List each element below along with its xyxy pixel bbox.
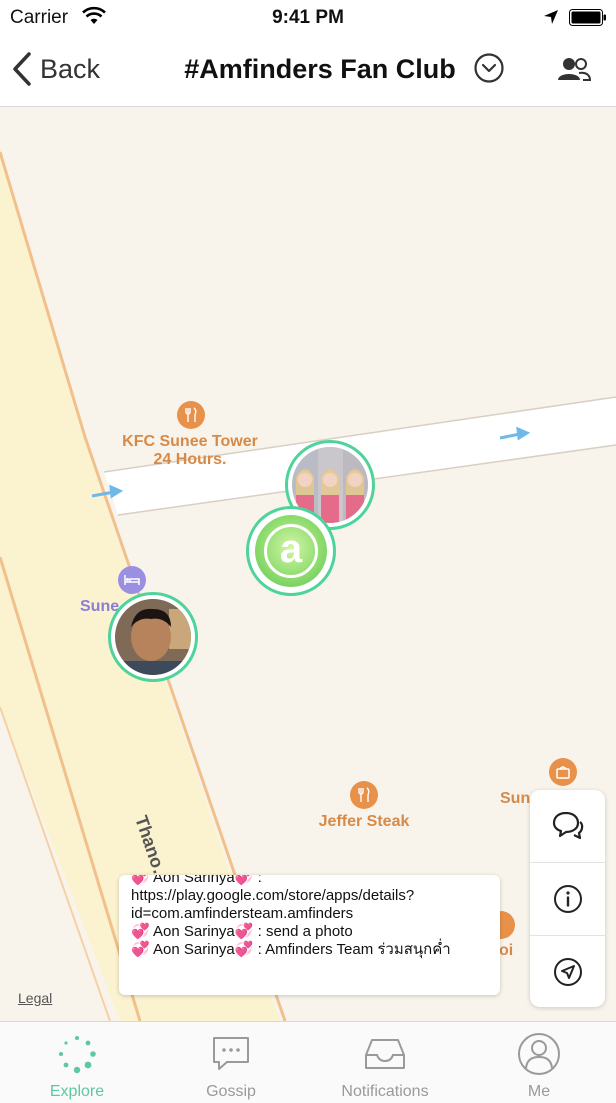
- restaurant-icon[interactable]: [350, 781, 378, 809]
- chat-message: 💞 Aon Sarinya💞 : Amfinders Team ร่วมสนุก…: [131, 941, 492, 959]
- tab-notifications[interactable]: Notifications: [308, 1022, 462, 1103]
- heart-icon: 💞: [131, 875, 150, 886]
- tab-gossip[interactable]: Gossip: [154, 1022, 308, 1103]
- chat-bubbles-icon: [552, 812, 583, 840]
- info-button[interactable]: [530, 863, 605, 935]
- hotel-icon[interactable]: [118, 566, 146, 594]
- user-marker-man[interactable]: [108, 592, 198, 682]
- clock: 9:41 PM: [272, 7, 344, 28]
- status-bar: Carrier 9:41 PM: [0, 0, 616, 36]
- tab-gossip-label: Gossip: [206, 1083, 256, 1100]
- chat-text: : Amfinders Team ร่วมสนุกค่ำ: [253, 941, 451, 958]
- legal-link[interactable]: Legal: [18, 990, 52, 1006]
- poi-label-kfc[interactable]: KFC Sunee Tower 24 Hours.: [110, 433, 270, 469]
- members-icon[interactable]: [557, 56, 591, 82]
- tab-me[interactable]: Me: [462, 1022, 616, 1103]
- tab-notifications-label: Notifications: [341, 1083, 429, 1100]
- back-button[interactable]: Back: [12, 52, 100, 86]
- profile-icon: [518, 1033, 560, 1075]
- tab-bar: Explore Gossip Notifications Me: [0, 1021, 616, 1103]
- chevron-left-icon: [13, 52, 31, 86]
- chat-sender: Aon Sarinya: [153, 941, 235, 958]
- chat-preview[interactable]: 💞 Aon Sarinya💞 : https://play.google.com…: [119, 875, 500, 995]
- chat-sender: Aon Sarinya: [153, 923, 235, 940]
- heart-icon: 💞: [234, 875, 254, 886]
- back-label: Back: [40, 53, 101, 84]
- heart-icon: 💞: [234, 923, 254, 940]
- poi-label-partial[interactable]: oi: [499, 942, 513, 960]
- poi-label-sunee-shop[interactable]: Sun: [500, 790, 530, 808]
- heart-icon: 💞: [234, 941, 254, 958]
- poi-label-kfc-line2: 24 Hours.: [153, 451, 227, 468]
- page-title: #Amfinders Fan Club: [184, 54, 456, 84]
- chevron-down-circle-icon[interactable]: [473, 52, 505, 84]
- tab-me-label: Me: [527, 1083, 551, 1100]
- chat-message: 💞 Aon Sarinya💞 : https://play.google.com…: [131, 875, 492, 923]
- chat-button[interactable]: [530, 790, 605, 862]
- heart-icon: 💞: [131, 941, 150, 958]
- speech-bubble-icon: [213, 1037, 249, 1070]
- explore-spinner-icon: [59, 1036, 96, 1074]
- locate-button[interactable]: [530, 936, 605, 1008]
- amfinders-logo-marker[interactable]: a: [246, 506, 336, 596]
- map-side-controls: [530, 790, 605, 1007]
- location-arrow-icon: [544, 10, 558, 24]
- avatar: [115, 599, 191, 675]
- info-icon: [553, 885, 582, 913]
- restaurant-icon[interactable]: [177, 401, 205, 429]
- tab-explore-label: Explore: [49, 1083, 105, 1100]
- shopping-bag-icon[interactable]: [549, 758, 577, 786]
- battery-icon: [569, 9, 606, 26]
- inbox-tray-icon: [365, 1039, 405, 1069]
- poi-label-jeffer-steak[interactable]: Jeffer Steak: [300, 813, 428, 831]
- tab-explore[interactable]: Explore: [0, 1022, 154, 1103]
- poi-label-kfc-line1: KFC Sunee Tower: [122, 433, 258, 450]
- chat-text: : send a photo: [253, 923, 353, 940]
- heart-icon: 💞: [131, 923, 150, 940]
- chat-message: 💞 Aon Sarinya💞 : send a photo: [131, 923, 492, 941]
- amfinders-logo-icon: a: [264, 524, 318, 578]
- navigation-bar: Back #Amfinders Fan Club: [0, 36, 616, 107]
- chat-sender: Aon Sarinya: [153, 875, 235, 886]
- navigate-icon: [553, 958, 582, 986]
